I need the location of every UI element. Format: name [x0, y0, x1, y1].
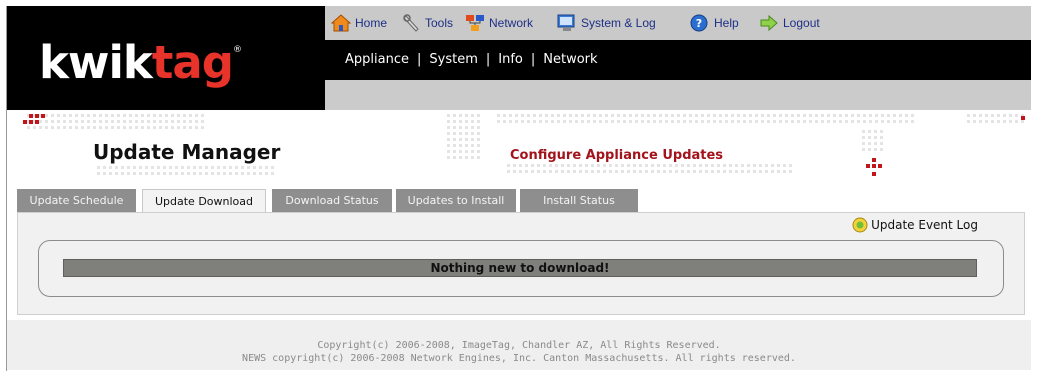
menu-system[interactable]: System	[429, 52, 477, 67]
nav-help-label: Help	[714, 16, 739, 30]
nav-logout-link[interactable]: Logout	[759, 14, 820, 32]
nav-logout-label: Logout	[783, 16, 820, 30]
tab-install-status[interactable]: Install Status	[520, 189, 638, 212]
main-menu-bar: Appliance | System | Info | Network	[325, 40, 1031, 80]
header-gray-strip	[325, 80, 1031, 110]
page-footer: Copyright(c) 2006-2008, ImageTag, Chandl…	[7, 320, 1031, 370]
nav-tools-link[interactable]: Tools	[403, 14, 453, 32]
tab-update-download[interactable]: Update Download	[142, 189, 266, 213]
status-message: Nothing new to download!	[63, 259, 977, 277]
update-event-log-label: Update Event Log	[871, 218, 978, 232]
nav-tools-label: Tools	[425, 16, 454, 30]
logo-area: kwiktag®	[7, 6, 325, 110]
menu-separator: |	[416, 52, 422, 67]
nav-network-label: Network	[489, 16, 534, 30]
top-navigation: Home Tools Network System & Log ? Help L…	[325, 6, 1031, 40]
menu-separator: |	[485, 52, 491, 67]
tools-icon	[403, 14, 419, 32]
logout-icon	[760, 14, 778, 32]
copyright-line-1: Copyright(c) 2006-2008, ImageTag, Chandl…	[317, 340, 721, 351]
nav-help-link[interactable]: ? Help	[690, 14, 739, 32]
network-icon	[466, 15, 484, 31]
help-icon: ?	[690, 14, 708, 32]
logo-text-part2: tag	[151, 36, 234, 89]
registered-mark: ®	[232, 45, 242, 55]
message-box: Nothing new to download!	[38, 240, 1004, 297]
menu-appliance[interactable]: Appliance	[345, 52, 409, 67]
tab-download-status[interactable]: Download Status	[272, 189, 392, 212]
nav-home-link[interactable]: Home	[331, 14, 387, 32]
page-banner: Update Manager Configure Appliance Updat…	[7, 110, 1031, 184]
tab-update-schedule[interactable]: Update Schedule	[17, 189, 136, 212]
page-subtitle: Configure Appliance Updates	[510, 148, 724, 163]
tab-updates-to-install[interactable]: Updates to Install	[396, 189, 516, 212]
event-log-icon	[852, 217, 868, 233]
update-event-log-link[interactable]: Update Event Log	[851, 217, 978, 233]
nav-system-log-link[interactable]: System & Log	[557, 14, 656, 32]
system-log-icon	[557, 14, 575, 31]
menu-info[interactable]: Info	[498, 52, 523, 67]
tab-content-panel: Update Event Log Nothing new to download…	[17, 212, 1025, 315]
copyright-line-2: NEWS copyright(c) 2006-2008 Network Engi…	[242, 353, 796, 364]
nav-network-link[interactable]: Network	[465, 14, 533, 32]
kwiktag-logo: kwiktag®	[39, 40, 242, 85]
home-icon	[331, 14, 351, 32]
nav-system-log-label: System & Log	[581, 16, 656, 30]
nav-home-label: Home	[355, 16, 388, 30]
page-frame: kwiktag® Home Tools Network System & Log…	[6, 6, 1031, 371]
logo-text-part1: kwik	[39, 36, 153, 89]
svg-text:?: ?	[696, 17, 702, 30]
menu-separator: |	[530, 52, 536, 67]
main-menu: Appliance | System | Info | Network	[345, 52, 598, 67]
menu-network[interactable]: Network	[543, 52, 597, 67]
page-title: Update Manager	[93, 140, 281, 164]
